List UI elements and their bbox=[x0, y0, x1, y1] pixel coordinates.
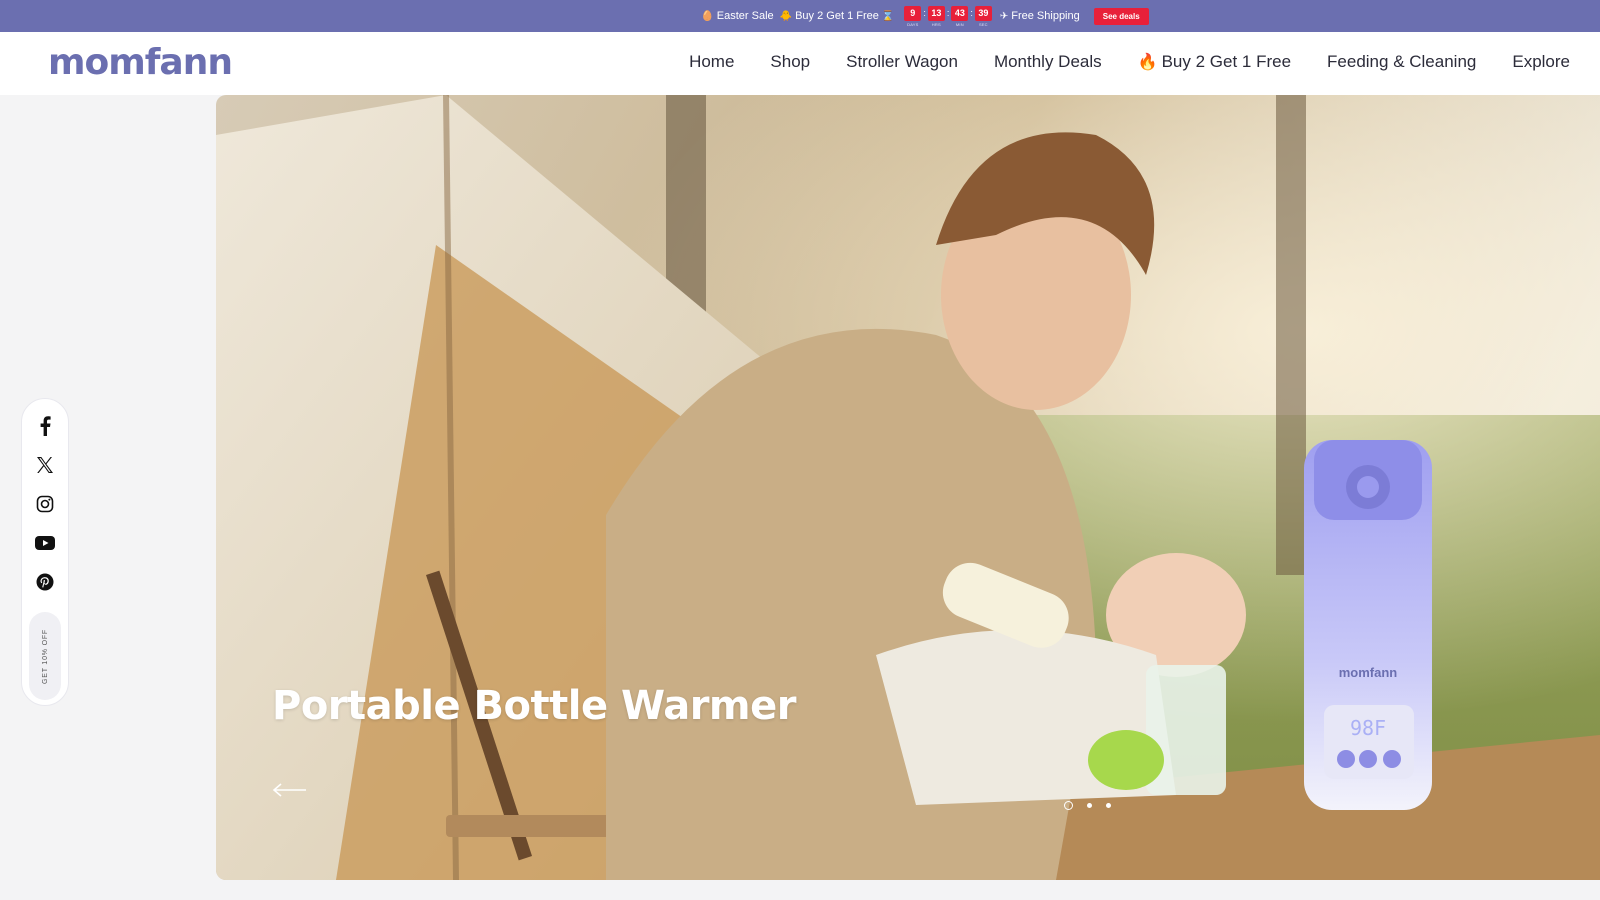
hourglass-icon: ⌛ bbox=[881, 10, 895, 22]
countdown-separator: : bbox=[970, 7, 973, 18]
countdown-seconds-label: SEC bbox=[978, 21, 988, 27]
facebook-icon[interactable] bbox=[34, 415, 56, 437]
easter-sale-text: Easter Sale bbox=[716, 10, 774, 22]
nav-explore[interactable]: Explore bbox=[1512, 52, 1570, 72]
countdown-days-label: DAYS bbox=[907, 21, 919, 27]
instagram-icon[interactable] bbox=[34, 493, 56, 515]
site-header: momfann Home Shop Stroller Wagon Monthly… bbox=[0, 32, 1600, 95]
x-icon[interactable] bbox=[34, 454, 56, 476]
slider-dot-3[interactable] bbox=[1106, 803, 1111, 808]
nav-buy-2-get-1-free[interactable]: 🔥 Buy 2 Get 1 Free bbox=[1138, 52, 1291, 72]
hero-banner[interactable]: momfann 98F Portable Bottle Warmer bbox=[216, 95, 1600, 880]
social-sidebar: GET 10% OFF bbox=[21, 398, 69, 706]
youtube-icon[interactable] bbox=[34, 532, 56, 554]
nav-buy-2-get-1-free-label: Buy 2 Get 1 Free bbox=[1161, 52, 1292, 71]
countdown-hours: 13 HRS bbox=[927, 5, 945, 27]
airplane-icon: ✈ bbox=[999, 10, 1009, 22]
fire-icon: 🔥 bbox=[1137, 54, 1158, 71]
see-deals-button[interactable]: See deals bbox=[1093, 7, 1149, 25]
nav-home[interactable]: Home bbox=[689, 52, 734, 72]
brand-logo[interactable]: momfann bbox=[48, 42, 233, 83]
countdown-hours-value: 13 bbox=[927, 5, 945, 21]
product-display-label: 98F bbox=[1350, 716, 1386, 740]
nav-stroller-wagon[interactable]: Stroller Wagon bbox=[846, 52, 958, 72]
nav-shop[interactable]: Shop bbox=[770, 52, 810, 72]
countdown-seconds: 39 SEC bbox=[974, 5, 992, 27]
countdown-days: 9 DAYS bbox=[904, 5, 922, 27]
bogo-text: Buy 2 Get 1 Free bbox=[795, 10, 879, 22]
slider-dot-1[interactable] bbox=[1064, 801, 1073, 810]
hero-photo: momfann 98F bbox=[216, 95, 1600, 880]
page-bottom-strip bbox=[0, 880, 1600, 900]
slider-dots bbox=[1064, 801, 1111, 810]
slider-dot-2[interactable] bbox=[1087, 803, 1092, 808]
countdown-separator: : bbox=[946, 7, 950, 18]
bogo-item: 🐥 Buy 2 Get 1 Free ⌛ bbox=[780, 10, 895, 22]
main-nav: Home Shop Stroller Wagon Monthly Deals 🔥… bbox=[689, 52, 1570, 72]
countdown-minutes-label: MIN bbox=[955, 21, 964, 27]
countdown-separator: : bbox=[923, 7, 926, 18]
nav-feeding-cleaning[interactable]: Feeding & Cleaning bbox=[1327, 52, 1476, 72]
countdown-minutes-value: 43 bbox=[951, 5, 969, 21]
shipping-text: Free Shipping bbox=[1011, 10, 1080, 22]
countdown-timer: 9 DAYS : 13 HRS : 43 MIN : 39 SEC bbox=[904, 5, 992, 27]
product-brand-label: momfann bbox=[1339, 665, 1398, 680]
countdown-seconds-value: 39 bbox=[974, 5, 992, 21]
countdown-hours-label: HRS bbox=[931, 21, 941, 27]
hero-title: Portable Bottle Warmer bbox=[272, 683, 796, 729]
shipping-item: ✈ Free Shipping bbox=[1000, 10, 1080, 22]
get-discount-button[interactable]: GET 10% OFF bbox=[29, 612, 61, 700]
chick-icon: 🐥 bbox=[779, 10, 793, 22]
get-discount-label: GET 10% OFF bbox=[41, 628, 49, 684]
egg-icon: 🥚 bbox=[701, 10, 714, 22]
nav-monthly-deals[interactable]: Monthly Deals bbox=[994, 52, 1102, 72]
announcement-bar: 🥚 Easter Sale 🐥 Buy 2 Get 1 Free ⌛ 9 DAY… bbox=[0, 0, 1600, 32]
countdown-minutes: 43 MIN bbox=[951, 5, 969, 27]
prev-slide-arrow-icon[interactable] bbox=[272, 783, 308, 797]
easter-sale-item: 🥚 Easter Sale bbox=[701, 10, 773, 22]
pinterest-icon[interactable] bbox=[34, 571, 56, 593]
countdown-days-value: 9 bbox=[904, 5, 922, 21]
